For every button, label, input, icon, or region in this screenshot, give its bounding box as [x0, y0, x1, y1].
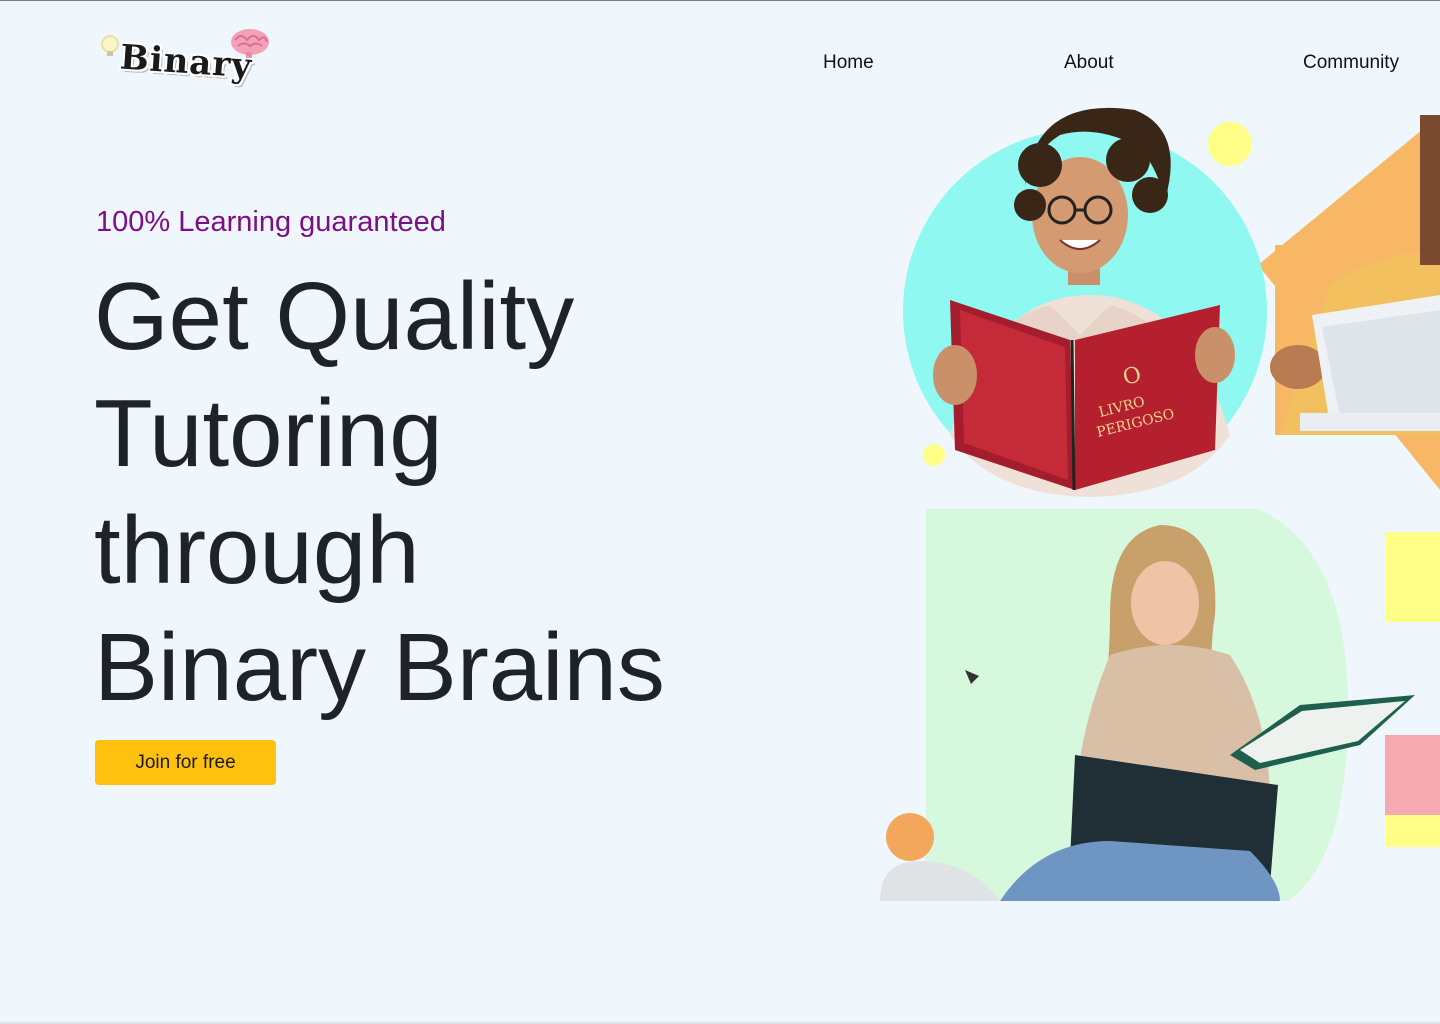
headline-line: Tutoring	[94, 380, 443, 487]
headline-line: Get Quality	[94, 263, 575, 370]
headline-line: through	[94, 497, 420, 604]
yellow-dot	[1208, 122, 1252, 166]
student-reading-book-photo: O LIVRO PERIGOSO	[903, 107, 1267, 497]
hero-headline: Get Quality Tutoring through Binary Brai…	[94, 258, 794, 726]
headline-line: Binary Brains	[94, 614, 665, 721]
hero-tagline: 100% Learning guaranteed	[96, 206, 446, 238]
hero-image-collage: O LIVRO PERIGOSO	[860, 95, 1440, 915]
small-yellow-dot	[923, 444, 945, 466]
main-nav: Home About Community	[0, 52, 1440, 76]
nav-about[interactable]: About	[1064, 52, 1114, 74]
nav-home[interactable]: Home	[823, 52, 874, 74]
collage-graphics: O LIVRO PERIGOSO	[880, 107, 1440, 901]
orange-dot	[886, 813, 934, 861]
window-top-border	[0, 0, 1440, 1]
join-for-free-button[interactable]: Join for free	[95, 740, 276, 785]
nav-community[interactable]: Community	[1303, 52, 1399, 74]
student-with-laptop-photo	[880, 509, 1440, 901]
